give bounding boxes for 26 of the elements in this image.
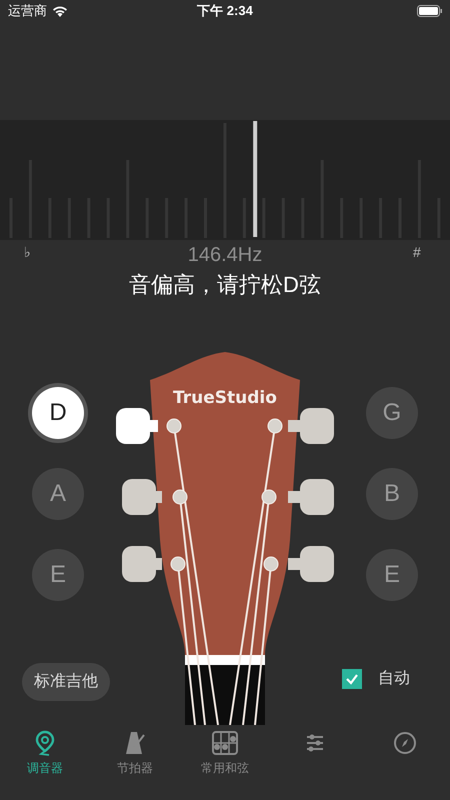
compass-icon: [393, 731, 417, 755]
sharp-symbol: #: [413, 243, 421, 262]
string-button[interactable]: G: [366, 387, 418, 439]
frequency-reading: 146.4Hz: [188, 245, 262, 265]
tuning-message: 音偏高，请拧松D弦: [129, 271, 321, 299]
string-button[interactable]: E: [32, 549, 84, 601]
status-time: 下午 2:34: [197, 2, 253, 20]
carrier-name: 运营商: [8, 2, 47, 20]
string-button[interactable]: D: [32, 387, 84, 439]
chord-grid-icon: [212, 731, 238, 755]
check-icon: [345, 672, 359, 686]
auto-checkbox[interactable]: [342, 669, 362, 689]
flat-symbol: ♭: [24, 243, 31, 262]
auto-label: 自动: [378, 669, 410, 689]
tab-button[interactable]: 调音器: [0, 725, 90, 780]
brand-label: TrueStudio: [173, 388, 277, 408]
string-button[interactable]: B: [366, 468, 418, 520]
string-button[interactable]: E: [366, 549, 418, 601]
location-pin-icon: [34, 730, 56, 756]
metronome-icon: [123, 730, 147, 756]
wifi-icon: [52, 5, 68, 17]
tuning-preset-button[interactable]: 标准吉他: [22, 663, 110, 701]
string-button[interactable]: A: [32, 468, 84, 520]
battery-icon: [417, 5, 442, 17]
tab-button[interactable]: 常用和弦: [180, 725, 270, 780]
tab-button[interactable]: 节拍器: [90, 725, 180, 780]
